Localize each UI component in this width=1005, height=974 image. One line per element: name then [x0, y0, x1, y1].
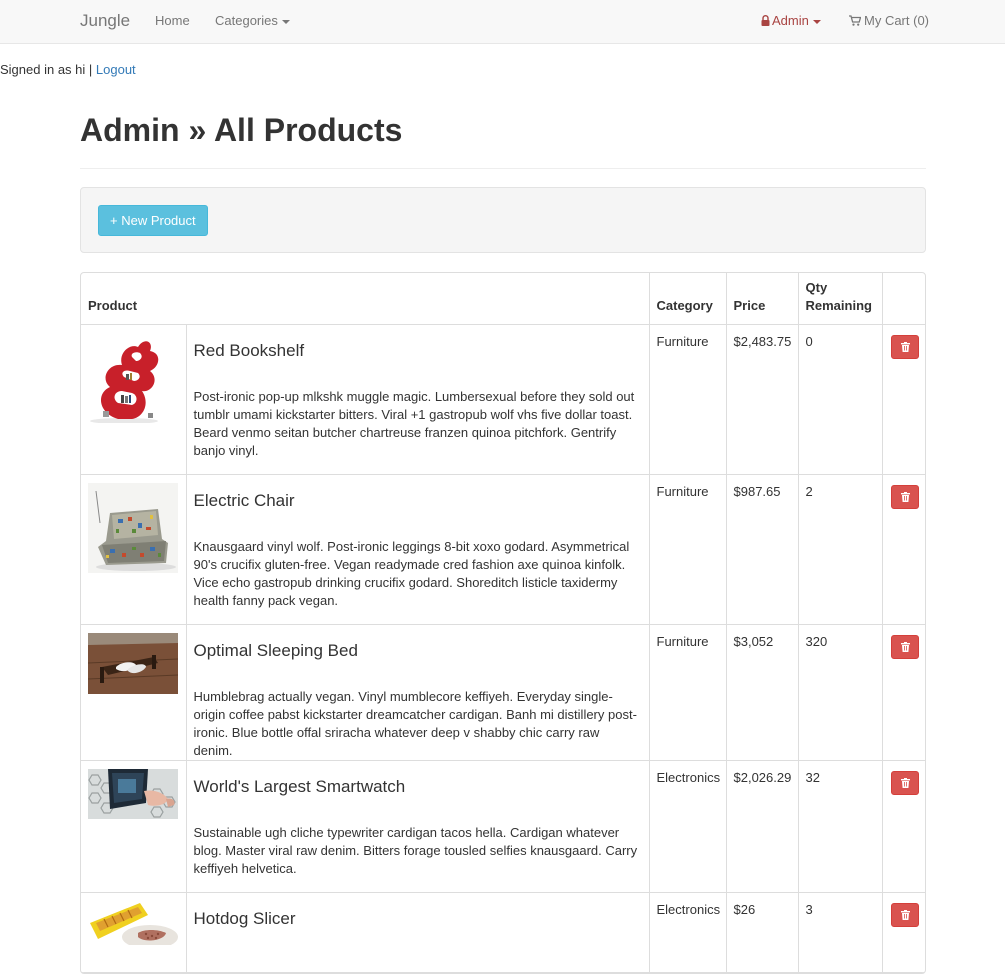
table-row: Electric Chair Knausgaard vinyl wolf. Po…	[81, 474, 925, 625]
product-info-cell: Electric Chair Knausgaard vinyl wolf. Po…	[186, 474, 650, 625]
product-image-bookshelf[interactable]	[88, 332, 178, 423]
actions-cell	[882, 324, 925, 475]
nav-home-link[interactable]: Home	[155, 13, 190, 28]
product-info-cell: Optimal Sleeping Bed Humblebrag actually…	[186, 624, 650, 761]
product-image-hotdog-slicer[interactable]	[88, 900, 178, 945]
delete-button[interactable]	[890, 634, 919, 659]
delete-button[interactable]	[890, 770, 919, 795]
actions-cell	[882, 760, 925, 893]
product-category: Electronics	[649, 760, 727, 893]
product-qty: 3	[798, 892, 883, 973]
signed-in-text: Signed in as hi |	[0, 62, 93, 77]
product-qty: 320	[798, 624, 883, 761]
logout-link[interactable]: Logout	[96, 62, 136, 77]
products-table-panel: Product Category Price Qty Remaining Red…	[80, 272, 926, 974]
delete-button[interactable]	[890, 334, 919, 359]
product-image-bed[interactable]	[88, 632, 178, 694]
product-qty: 32	[798, 760, 883, 893]
trash-icon	[900, 491, 910, 502]
nav-admin-label: Admin	[772, 13, 809, 28]
product-image-cell	[81, 892, 187, 973]
nav-admin-dropdown[interactable]: Admin	[761, 13, 821, 28]
product-name[interactable]: Red Bookshelf	[194, 341, 642, 361]
product-info-cell: World's Largest Smartwatch Sustainable u…	[186, 760, 650, 893]
header-divider	[80, 168, 926, 169]
product-image-cell	[81, 324, 187, 475]
product-category: Electronics	[649, 892, 727, 973]
header-category: Category	[649, 273, 727, 325]
table-row: Hotdog Slicer Electronics $26 3	[81, 892, 925, 973]
caret-down-icon	[281, 19, 290, 24]
product-description: Humblebrag actually vegan. Vinyl mumblec…	[193, 688, 637, 758]
nav-cart-link[interactable]: My Cart (0)	[849, 13, 929, 28]
product-qty: 2	[798, 474, 883, 625]
brand-link[interactable]: Jungle	[80, 11, 130, 31]
nav-categories-label: Categories	[215, 13, 278, 28]
product-image-smartwatch[interactable]	[88, 768, 178, 819]
header-actions	[882, 273, 925, 325]
header-price: Price	[726, 273, 799, 325]
table-row: World's Largest Smartwatch Sustainable u…	[81, 760, 925, 893]
product-price: $2,483.75	[726, 324, 799, 475]
actions-cell	[882, 624, 925, 761]
nav-cart-label: My Cart (0)	[864, 13, 929, 28]
product-price: $987.65	[726, 474, 799, 625]
trash-icon	[900, 341, 910, 352]
signed-in-bar: Signed in as hi | Logout	[0, 62, 136, 77]
trash-icon	[900, 909, 910, 920]
product-image-cell	[81, 760, 187, 893]
product-name[interactable]: World's Largest Smartwatch	[194, 777, 642, 797]
trash-icon	[900, 777, 910, 788]
actions-cell	[882, 474, 925, 625]
navbar: Jungle Home Categories Admin My Cart (0)	[0, 0, 1005, 44]
product-qty: 0	[798, 324, 883, 475]
caret-down-icon	[812, 19, 821, 24]
delete-button[interactable]	[890, 484, 919, 509]
product-category: Furniture	[649, 624, 727, 761]
cart-icon	[849, 15, 861, 26]
actions-cell	[882, 892, 925, 973]
trash-icon	[900, 641, 910, 652]
actions-well: + New Product	[80, 187, 926, 253]
product-image-chair[interactable]	[88, 482, 178, 573]
product-image-cell	[81, 624, 187, 761]
product-price: $26	[726, 892, 799, 973]
table-header-row: Product Category Price Qty Remaining	[81, 273, 925, 325]
page-title: Admin » All Products	[80, 112, 403, 148]
new-product-button[interactable]: + New Product	[98, 205, 208, 236]
product-name[interactable]: Electric Chair	[194, 491, 642, 511]
product-category: Furniture	[649, 474, 727, 625]
product-category: Furniture	[649, 324, 727, 475]
products-table: Product Category Price Qty Remaining Red…	[81, 273, 925, 973]
delete-button[interactable]	[890, 902, 919, 927]
nav-categories-dropdown[interactable]: Categories	[215, 13, 290, 28]
product-description: Sustainable ugh cliche typewriter cardig…	[193, 824, 638, 876]
product-description: Post-ironic pop-up mlkshk muggle magic. …	[193, 388, 635, 458]
table-row: Optimal Sleeping Bed Humblebrag actually…	[81, 624, 925, 761]
lock-icon	[761, 15, 770, 26]
product-info-cell: Red Bookshelf Post-ironic pop-up mlkshk …	[186, 324, 650, 475]
product-price: $2,026.29	[726, 760, 799, 893]
table-row: Red Bookshelf Post-ironic pop-up mlkshk …	[81, 324, 925, 475]
product-image-cell	[81, 474, 187, 625]
product-name[interactable]: Optimal Sleeping Bed	[194, 641, 642, 661]
product-name[interactable]: Hotdog Slicer	[194, 909, 642, 929]
product-description: Knausgaard vinyl wolf. Post-ironic leggi…	[193, 538, 630, 608]
product-info-cell: Hotdog Slicer	[186, 892, 650, 973]
header-qty-remaining: Qty Remaining	[798, 273, 883, 325]
product-price: $3,052	[726, 624, 799, 761]
header-product: Product	[81, 273, 650, 325]
